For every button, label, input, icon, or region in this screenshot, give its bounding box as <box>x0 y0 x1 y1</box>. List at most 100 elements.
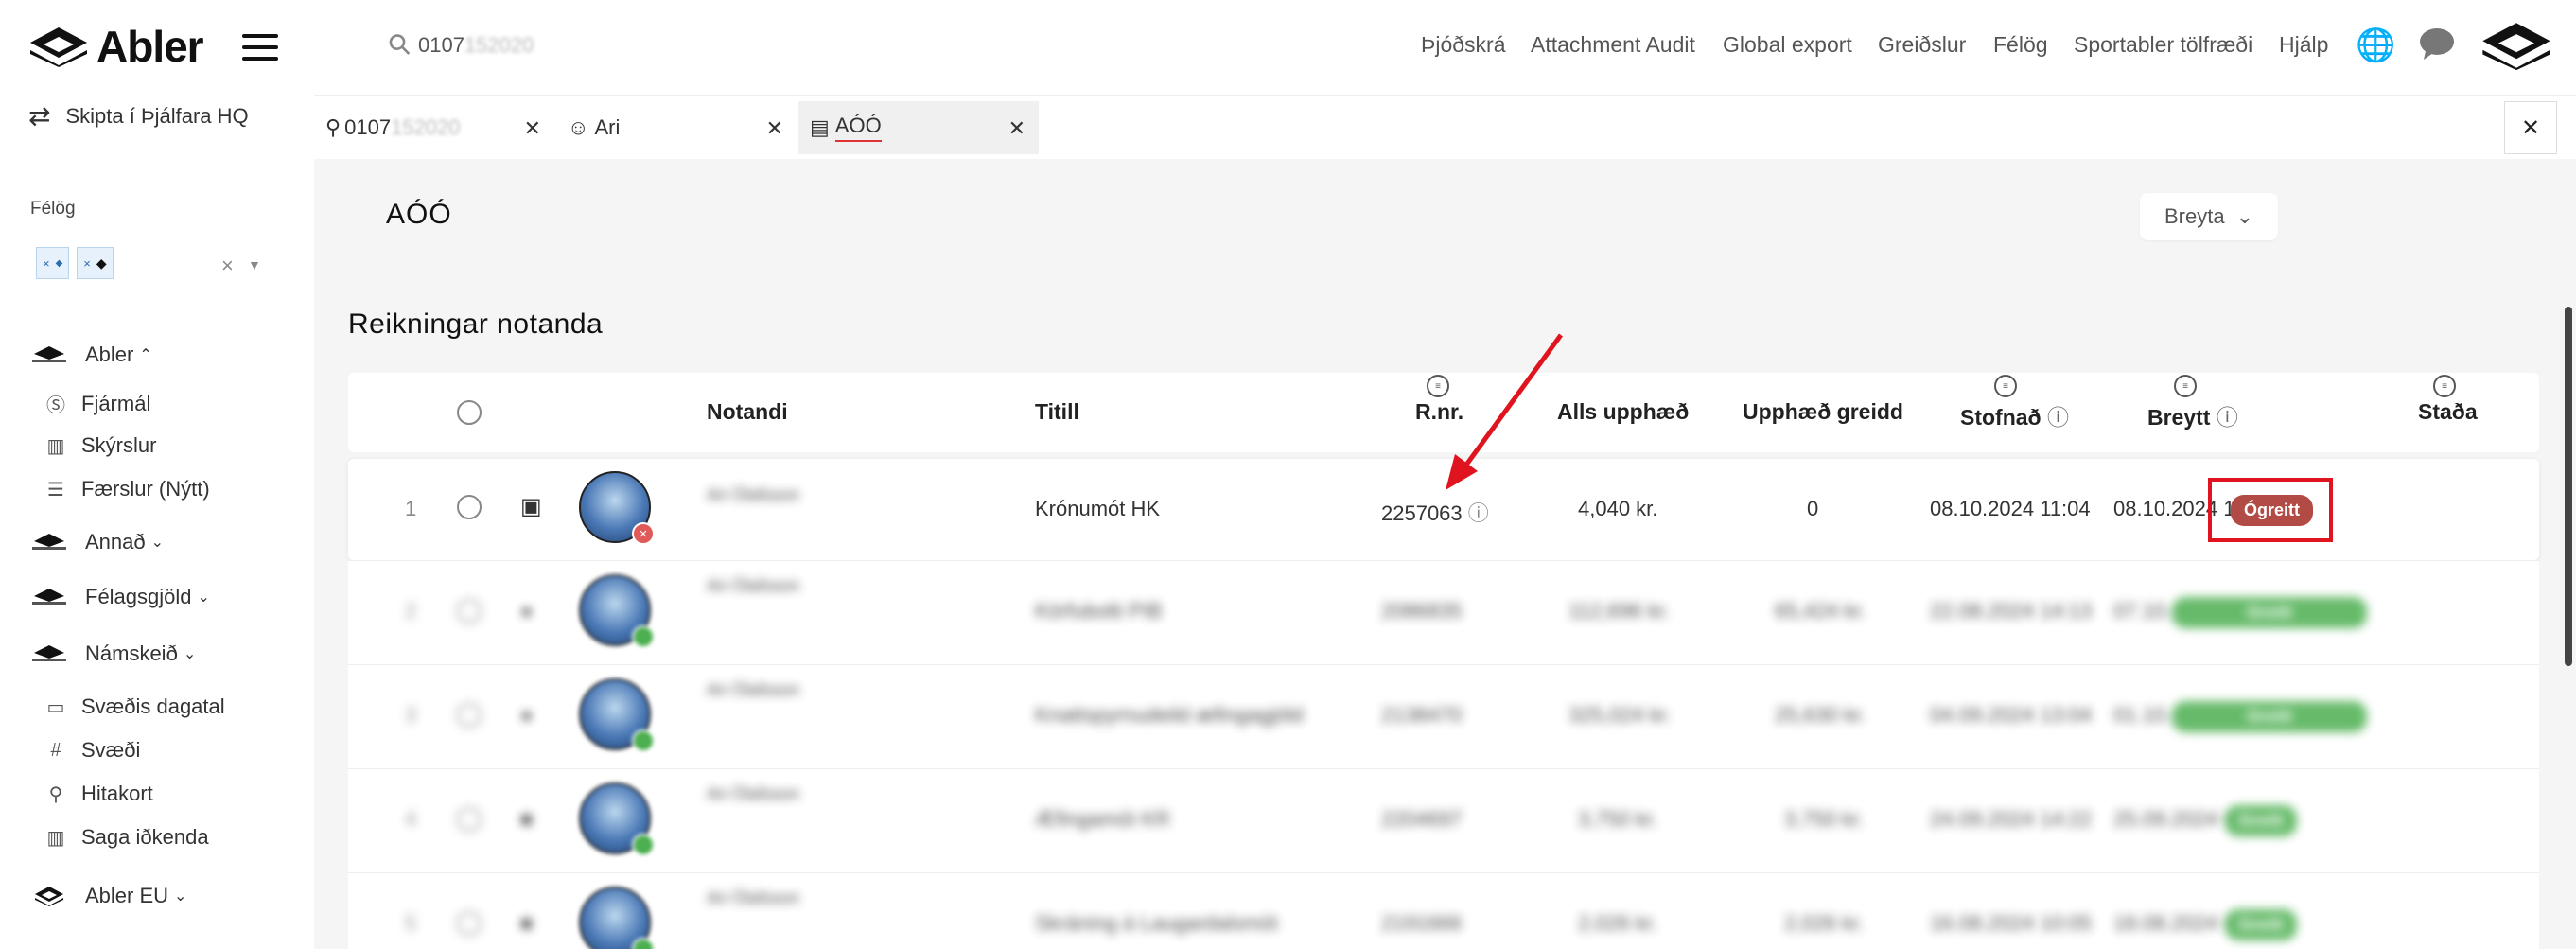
vertical-scrollbar[interactable] <box>2565 307 2572 666</box>
user-name[interactable]: Ari Ólafsson <box>707 888 799 908</box>
close-tab-icon[interactable]: ✕ <box>1008 116 1025 141</box>
row-select-radio[interactable] <box>457 599 482 624</box>
row-index: 1 <box>405 497 417 520</box>
dropdown-caret-icon[interactable]: ▼ <box>248 257 261 272</box>
sidebar-item-label: Færslur (Nýtt) <box>81 477 210 501</box>
invoice-title: Krónumót HK <box>1035 497 1161 520</box>
user-name[interactable]: Ari Ólafsson <box>707 680 799 700</box>
club-selector[interactable]: × ◆ × ◆ <box>36 247 121 279</box>
sidebar: Abler ⇄ Skipta í Þjálfara HQ Félög × ◆ × ◆… <box>0 0 314 949</box>
sidebar-item-heatmap[interactable]: ⚲ Hitakort <box>44 782 153 806</box>
remove-tag-icon[interactable]: × <box>43 256 50 271</box>
column-created[interactable]: Stofnað ⓘ <box>1960 399 2069 431</box>
sidebar-item-transactions[interactable]: ☰ Færslur (Nýtt) <box>44 477 210 501</box>
sidebar-group-abler-eu[interactable]: Abler EU ⌄ <box>28 884 186 908</box>
invoice-created: 16.08.2024 10:05 <box>1930 911 2093 935</box>
calendar-icon: ▭ <box>46 696 65 718</box>
invoice-number[interactable]: 2086835 <box>1381 599 1463 624</box>
abler-logo-icon[interactable] <box>2480 19 2552 80</box>
close-all-tabs-button[interactable]: ✕ <box>2504 101 2557 154</box>
nav-clubs[interactable]: Félög <box>1993 32 2048 58</box>
clubs-label: Félög <box>30 199 76 219</box>
select-all-radio[interactable] <box>457 400 482 425</box>
user-name[interactable]: Ari Ólafsson <box>707 784 799 804</box>
chat-bubble-icon[interactable] <box>2418 26 2456 69</box>
nav-registry[interactable]: Þjóðskrá <box>1421 32 1505 58</box>
sidebar-group-label: Abler <box>85 343 134 366</box>
sidebar-item-label: Svæðis dagatal <box>81 694 225 718</box>
tab-search[interactable]: ⚲ 0107 152020 ✕ <box>314 101 554 154</box>
table-row[interactable]: 4 ■ Ari Ólafsson Æfingamót KR 2204697 3,… <box>348 768 2539 872</box>
location-pin-icon: ⚲ <box>48 783 63 805</box>
row-select-radio[interactable] <box>457 703 482 728</box>
sidebar-item-participant-history[interactable]: ▥ Saga iðkenda <box>44 825 209 850</box>
clear-selection-icon[interactable]: × <box>221 254 234 278</box>
chevron-down-icon: ⌄ <box>183 646 197 662</box>
nav-payments[interactable]: Greiðslur <box>1878 32 1966 58</box>
table-row[interactable]: 2 ● Ari Ólafsson Körfubolti PIB 2086835 … <box>348 560 2539 664</box>
row-select-radio[interactable] <box>457 807 482 832</box>
sidebar-group-courses[interactable]: Námskeið ⌄ <box>28 641 196 666</box>
avatar[interactable] <box>579 678 655 752</box>
table-row[interactable]: 1 ▣ × Ari Ólafsson Krónumót HK 2257063 ⓘ… <box>348 458 2539 560</box>
chevron-down-icon: ⌄ <box>150 535 165 551</box>
tab-invoices[interactable]: ▤ AÓÓ ✕ <box>798 101 1039 154</box>
nav-statistics[interactable]: Sportabler tölfræði <box>2074 32 2252 58</box>
column-updated[interactable]: Breytt ⓘ <box>2147 399 2238 431</box>
global-search[interactable]: ⚲ 0107 152020 <box>382 26 534 63</box>
tab-user[interactable]: ☺ Ari ✕ <box>556 101 797 154</box>
invoice-number[interactable]: 2204697 <box>1381 807 1463 832</box>
menu-toggle-icon[interactable] <box>242 34 278 68</box>
filter-icon[interactable]: ≡ <box>1994 375 2017 397</box>
dollar-circle-icon: Ⓢ <box>46 395 65 416</box>
invoice-number[interactable]: 2138470 <box>1381 703 1463 728</box>
nav-global-export[interactable]: Global export <box>1723 32 1852 58</box>
avatar[interactable] <box>579 887 655 949</box>
nav-help[interactable]: Hjálp <box>2279 32 2328 58</box>
calendar-icon[interactable]: ■ <box>520 807 533 832</box>
filter-icon[interactable]: ≡ <box>1427 375 1449 397</box>
calendar-icon[interactable]: ● <box>520 703 533 728</box>
sidebar-item-finance[interactable]: Ⓢ Fjármál <box>44 390 150 417</box>
table-row[interactable]: 5 ■ Ari Ólafsson Skráning á Laugardalsmó… <box>348 872 2539 949</box>
calendar-icon[interactable]: ▣ <box>520 493 542 520</box>
remove-tag-icon[interactable]: × <box>83 256 91 271</box>
club-tag[interactable]: × ◆ <box>36 247 70 279</box>
nav-attachment-audit[interactable]: Attachment Audit <box>1531 32 1695 58</box>
sidebar-group-other[interactable]: Annað ⌄ <box>28 530 164 554</box>
calendar-icon[interactable]: ■ <box>520 911 533 936</box>
brand-logo[interactable]: Abler <box>28 21 204 72</box>
user-name[interactable]: Ari Ólafsson <box>707 485 799 505</box>
club-tag[interactable]: × ◆ <box>77 247 114 279</box>
column-user: Notandi <box>707 399 788 424</box>
invoice-paid: 65,424 kr. <box>1775 599 1866 623</box>
filter-icon[interactable]: ≡ <box>2174 375 2197 397</box>
column-status[interactable]: Staða <box>2418 399 2478 425</box>
info-icon: ⓘ <box>2047 405 2069 430</box>
chevron-down-icon: ⌄ <box>197 589 210 606</box>
globe-icon[interactable]: 🌐 <box>2356 26 2395 64</box>
row-select-radio[interactable] <box>457 495 482 519</box>
calendar-icon[interactable]: ● <box>520 599 533 624</box>
sidebar-group-membership-fees[interactable]: Félagsgjöld ⌄ <box>28 585 210 609</box>
switch-to-coach-hq-link[interactable]: ⇄ Skipta í Þjálfara HQ <box>28 100 249 132</box>
sidebar-item-area-calendar[interactable]: ▭ Svæðis dagatal <box>44 694 225 719</box>
avatar[interactable] <box>579 574 655 648</box>
sidebar-item-areas[interactable]: # Svæði <box>44 738 140 763</box>
filter-icon[interactable]: ≡ <box>2433 375 2456 397</box>
edit-dropdown-button[interactable]: Breyta ⌄ <box>2140 193 2278 240</box>
close-tab-icon[interactable]: ✕ <box>766 116 783 141</box>
search-input[interactable]: 0107 <box>418 33 464 58</box>
sidebar-item-label: Svæði <box>81 738 141 762</box>
user-name[interactable]: Ari Ólafsson <box>707 576 799 596</box>
row-select-radio[interactable] <box>457 911 482 936</box>
invoice-number[interactable]: 2191666 <box>1381 911 1463 936</box>
column-invoice-number[interactable]: R.nr. <box>1415 399 1463 425</box>
avatar[interactable] <box>579 782 655 856</box>
invoice-number[interactable]: 2257063 ⓘ <box>1381 497 1489 527</box>
avatar[interactable]: × <box>579 471 655 545</box>
sidebar-item-reports[interactable]: ▥ Skýrslur <box>44 433 157 458</box>
sidebar-group-abler[interactable]: Abler ⌃ <box>28 343 152 367</box>
close-tab-icon[interactable]: ✕ <box>524 116 541 141</box>
table-row[interactable]: 3 ● Ari Ólafsson Knattspyrnudeild æfinga… <box>348 664 2539 768</box>
